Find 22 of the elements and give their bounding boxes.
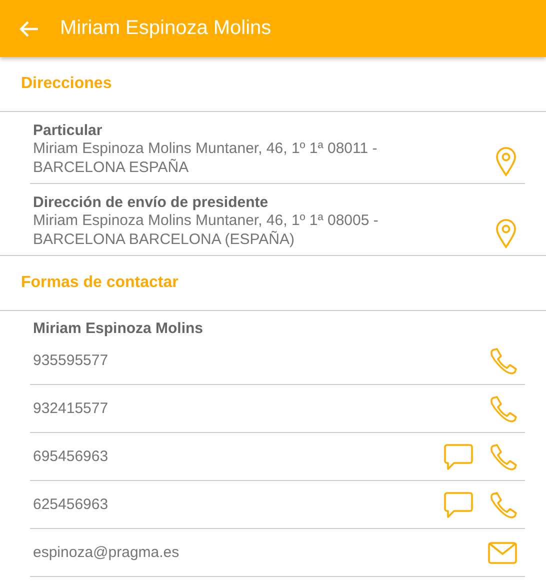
phone-number: 935595577 [33,351,110,370]
chat-icon[interactable] [444,444,473,470]
phone-number: 695456963 [33,447,110,466]
page-title: Miriam Espinoza Molins [60,17,272,40]
phone-icon[interactable] [489,442,517,470]
section-title: Formas de contactar [21,274,178,292]
section-title: Direcciones [21,75,112,93]
phone-icon[interactable] [489,490,517,518]
phone-icon[interactable] [489,346,517,374]
address-label: Particular [33,122,104,139]
address-text: Miriam Espinoza Molins Muntaner, 46, 1º 1ª 08011 - BARCELONA ESPAÑA [33,139,378,177]
location-pin-icon[interactable] [495,219,517,249]
address-label: Dirección de envío de presidente [33,194,270,211]
mail-icon[interactable] [488,542,517,564]
chat-icon[interactable] [444,492,473,518]
phone-number: 625456963 [33,495,110,514]
phone-icon[interactable] [489,394,517,422]
contact-name: Miriam Espinoza Molins [32,319,204,337]
address-text: Miriam Espinoza Molins Muntaner, 46, 1º 1ª 08005 - BARCELONA BARCELONA (ESPAÑA) [33,211,380,249]
email-address: espinoza@pragma.es [33,543,180,562]
location-pin-icon[interactable] [495,147,517,177]
phone-number: 932415577 [33,399,110,418]
